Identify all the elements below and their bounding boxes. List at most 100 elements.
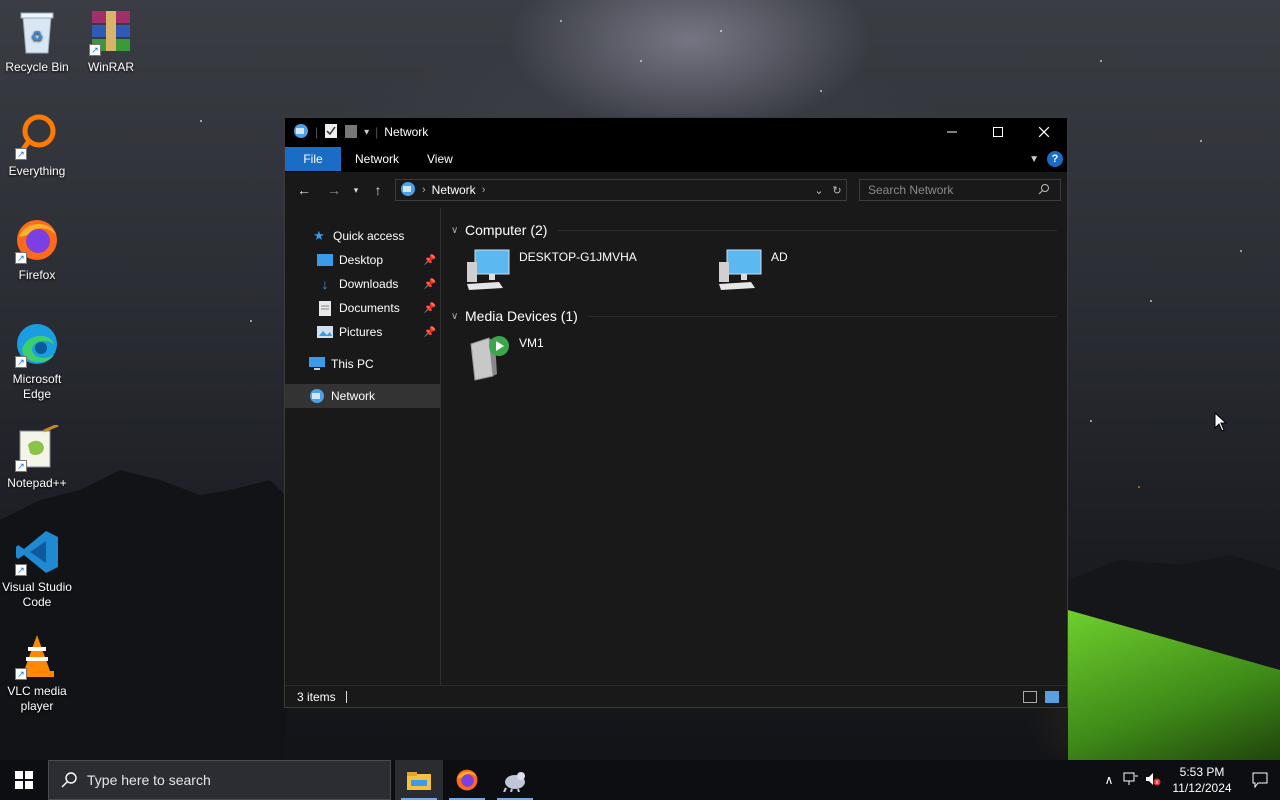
nav-documents[interactable]: Documents 📌 — [285, 296, 440, 320]
star-icon: ★ — [313, 228, 325, 243]
nav-label: Pictures — [339, 325, 383, 339]
computer-icon — [309, 356, 325, 372]
show-hidden-icons-icon[interactable]: ∧ — [1098, 773, 1120, 787]
recent-locations-button[interactable]: ▾ — [345, 179, 367, 201]
new-folder-icon[interactable] — [344, 123, 358, 142]
pin-icon: 📌 — [423, 326, 436, 338]
desktop-icon-firefox[interactable]: ↗ Firefox — [0, 216, 74, 283]
pictures-icon — [317, 324, 333, 340]
explorer-window: | ▾ | Network File Network View ▼ ? ← → … — [284, 117, 1068, 708]
chevron-down-icon: ∨ — [451, 224, 459, 236]
divider — [587, 315, 1057, 317]
expand-ribbon-icon[interactable]: ▼ — [1029, 154, 1039, 165]
notification-icon — [1252, 772, 1268, 788]
nav-label: This PC — [331, 357, 374, 371]
taskbar-app[interactable] — [491, 760, 539, 800]
refresh-icon[interactable]: ↻ — [828, 184, 846, 197]
system-tray: ∧ x 5:53 PM 11/12/2024 — [1098, 760, 1280, 800]
downloads-icon: ↓ — [321, 276, 329, 292]
properties-icon[interactable] — [324, 123, 338, 142]
desktop-icon-label: Recycle Bin — [5, 60, 69, 74]
minimize-button[interactable] — [929, 118, 975, 146]
group-title: Computer (2) — [465, 222, 548, 238]
media-device-icon — [465, 334, 511, 385]
volume-muted-icon[interactable]: x — [1142, 772, 1164, 789]
desktop-icon-label: WinRAR — [87, 60, 134, 74]
desktop-icon-edge[interactable]: ↗ Microsoft Edge — [0, 320, 74, 402]
notifications-button[interactable] — [1240, 760, 1280, 800]
computer-icon — [717, 248, 763, 295]
desktop-icon-label: Firefox — [18, 268, 56, 282]
edge-icon: ↗ — [13, 320, 61, 368]
desktop-folder-icon — [317, 252, 333, 268]
nav-desktop[interactable]: Desktop 📌 — [285, 248, 440, 272]
clock[interactable]: 5:53 PM 11/12/2024 — [1164, 764, 1240, 796]
item-label: VM1 — [519, 336, 544, 350]
desktop-icon-label: Notepad++ — [7, 476, 67, 490]
list-item[interactable]: AD — [717, 242, 969, 300]
everything-icon: ↗ — [13, 112, 61, 160]
network-icon — [400, 181, 416, 200]
ribbon: File Network View ▼ ? — [285, 146, 1067, 172]
breadcrumb-separator-icon[interactable]: › — [482, 184, 486, 196]
nav-this-pc[interactable]: This PC — [285, 352, 440, 376]
maximize-button[interactable] — [975, 118, 1021, 146]
computer-icon — [465, 248, 511, 295]
start-button[interactable] — [0, 760, 48, 800]
svg-text:x: x — [1155, 779, 1159, 786]
desktop-icon-recycle-bin[interactable]: ♻ Recycle Bin — [0, 8, 74, 75]
group-header-media-devices[interactable]: ∨ Media Devices (1) — [451, 304, 1057, 328]
desktop-icon-vlc[interactable]: ↗ VLC media player — [0, 632, 74, 714]
file-explorer-icon — [407, 772, 431, 790]
mouse-cursor-icon — [1214, 411, 1228, 435]
back-button[interactable]: ← — [293, 179, 315, 201]
desktop-icon-vscode[interactable]: ↗ Visual Studio Code — [0, 528, 74, 610]
nav-quick-access[interactable]: ★ Quick access — [285, 224, 440, 248]
desktop-icon-everything[interactable]: ↗ Everything — [0, 112, 74, 179]
group-header-computer[interactable]: ∨ Computer (2) — [451, 218, 1057, 242]
clock-time: 5:53 PM — [1179, 765, 1225, 779]
nav-network[interactable]: Network — [285, 384, 440, 408]
help-icon[interactable]: ? — [1047, 151, 1063, 167]
network-icon — [293, 123, 309, 142]
nav-label: Downloads — [339, 277, 399, 291]
details-view-button[interactable] — [1023, 690, 1037, 703]
desktop-icon-notepadpp[interactable]: ↗ Notepad++ — [0, 424, 74, 491]
divider — [557, 229, 1057, 231]
tab-network[interactable]: Network — [341, 147, 413, 171]
tab-file[interactable]: File — [285, 147, 341, 171]
nav-label: Network — [331, 389, 376, 403]
nav-downloads[interactable]: ↓ Downloads 📌 — [285, 272, 440, 296]
network-icon — [309, 388, 325, 404]
pin-icon: 📌 — [423, 254, 436, 266]
winrar-icon: ↗ — [87, 8, 135, 56]
list-item[interactable]: VM1 — [465, 328, 717, 386]
large-icons-view-button[interactable] — [1045, 690, 1059, 703]
taskbar-search-input[interactable] — [87, 772, 367, 788]
taskbar-file-explorer[interactable] — [395, 760, 443, 800]
address-bar[interactable]: › Network › ⌄ ↻ — [395, 179, 847, 201]
forward-button[interactable]: → — [323, 179, 345, 201]
navigation-bar: ← → ▾ ↑ › Network › ⌄ ↻ — [285, 172, 1067, 208]
desktop-icon-winrar[interactable]: ↗ WinRAR — [74, 8, 148, 75]
network-status-icon[interactable] — [1120, 772, 1142, 789]
desktop-icon-label: VLC media player — [7, 684, 67, 713]
list-item[interactable]: DESKTOP-G1JMVHA — [465, 242, 717, 300]
taskbar-search-box[interactable] — [48, 760, 391, 800]
taskbar-firefox[interactable] — [443, 760, 491, 800]
search-input[interactable] — [868, 183, 1038, 197]
customize-quick-access-icon[interactable]: ▾ — [364, 127, 369, 138]
item-label: AD — [771, 250, 788, 264]
breadcrumb-network[interactable]: Network — [432, 183, 476, 197]
title-bar[interactable]: | ▾ | Network — [285, 118, 1067, 146]
close-button[interactable] — [1021, 118, 1067, 146]
svg-text:♻: ♻ — [31, 29, 44, 45]
address-dropdown-icon[interactable]: ⌄ — [810, 184, 828, 197]
tab-view[interactable]: View — [413, 147, 467, 171]
status-divider — [345, 690, 347, 703]
search-box[interactable] — [859, 179, 1061, 201]
breadcrumb-separator-icon: › — [422, 184, 426, 196]
nav-pictures[interactable]: Pictures 📌 — [285, 320, 440, 344]
window-title: Network — [384, 125, 429, 139]
up-button[interactable]: ↑ — [367, 179, 389, 201]
